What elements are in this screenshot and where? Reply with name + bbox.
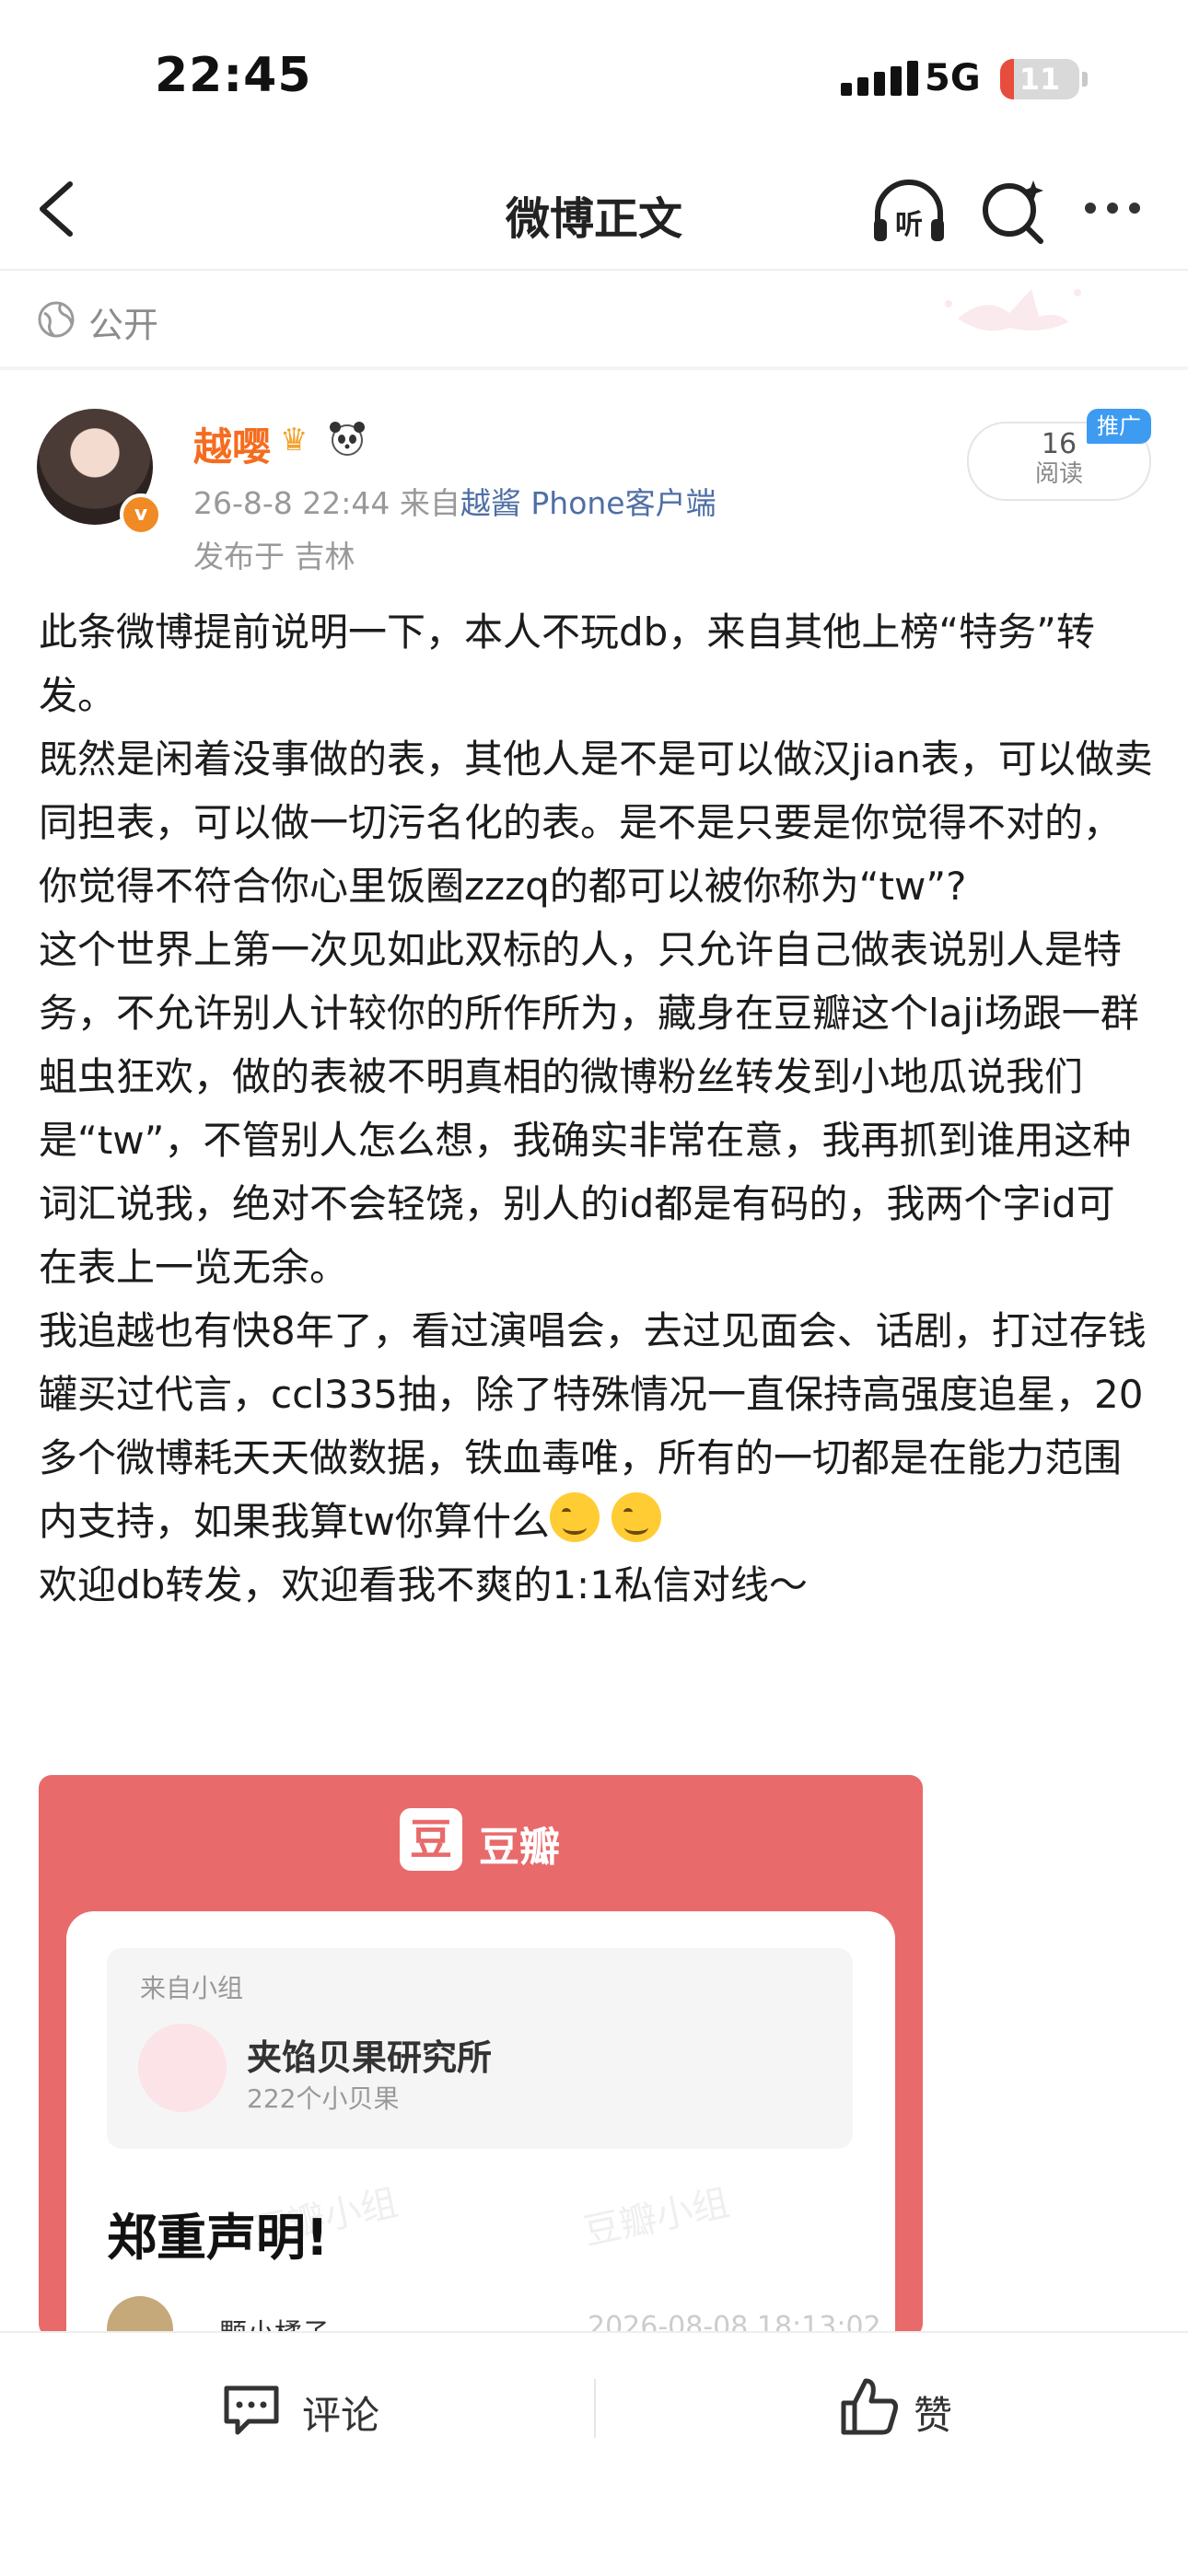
group-member-count: 222个小贝果 <box>247 2083 400 2114</box>
watermark: 豆瓣小组 <box>579 2181 733 2255</box>
post-paragraph: 既然是闲着没事做的表，其他人是不是可以做汉jian表，可以做卖同担表，可以做一切… <box>39 737 1153 909</box>
smile-emoji-icon <box>611 1492 662 1542</box>
username[interactable]: 越嘤 <box>193 416 271 472</box>
search-icon[interactable] <box>980 177 1048 245</box>
promo-badge[interactable]: 推广 <box>1087 409 1151 444</box>
group-info: 来自小组 夹馅贝果研究所 222个小贝果 <box>107 1948 853 2149</box>
listen-label: 听 <box>895 209 923 241</box>
post-paragraph: 这个世界上第一次见如此双标的人，只允许自己做表说别人是特务，不允许别人计较你的所… <box>39 927 1139 1290</box>
battery-icon: 11 <box>1000 59 1079 99</box>
panda-icon <box>330 422 365 456</box>
post-source-link[interactable]: 越酱 Phone客户端 <box>460 485 716 521</box>
post-paragraph: 欢迎db转发，欢迎看我不爽的1:1私信对线～ <box>39 1562 808 1607</box>
network-type: 5G <box>925 57 981 99</box>
decoration-icon <box>945 289 1081 331</box>
verified-badge: v <box>120 493 162 536</box>
more-icon[interactable] <box>1085 203 1140 214</box>
douban-app-name: 豆瓣 <box>479 1824 560 1871</box>
smile-emoji-icon <box>549 1492 600 1542</box>
post-meta: 26-8-8 22:44 来自越酱 Phone客户端 <box>193 479 716 523</box>
nav-divider <box>0 269 1188 271</box>
post-time: 26-8-8 22:44 来自 <box>193 485 460 521</box>
statement-title: 郑重声明! <box>107 2209 329 2267</box>
status-time: 22:45 <box>155 48 312 103</box>
group-from-label: 来自小组 <box>140 1973 244 2003</box>
read-label: 阅读 <box>1034 460 1083 488</box>
like-button[interactable]: 赞 <box>914 2385 952 2441</box>
douban-logo: 豆 <box>400 1808 462 1871</box>
post-paragraph: 我追越也有快8年了，看过演唱会，去过见面会、话剧，打过存钱罐买过代言，ccl33… <box>39 1299 1153 1553</box>
group-name: 夹馅贝果研究所 <box>247 2037 493 2078</box>
battery-cap <box>1082 72 1088 87</box>
battery-level: 11 <box>1019 62 1061 97</box>
post-image[interactable]: 豆 豆瓣 来自小组 夹馅贝果研究所 222个小贝果 豆瓣小组 豆瓣小组 郑重声明… <box>39 1775 923 2337</box>
post-location: 发布于 吉林 <box>193 539 355 574</box>
headphones-icon[interactable]: 听 <box>870 177 948 245</box>
visibility-label: 公开 <box>88 305 159 345</box>
action-divider <box>594 2379 596 2438</box>
post-paragraph: 此条微博提前说明一下，本人不玩db，来自其他上榜“特务”转发。 <box>39 609 1095 718</box>
douban-post-card: 来自小组 夹馅贝果研究所 222个小贝果 豆瓣小组 豆瓣小组 郑重声明! 一颗小… <box>66 1911 895 2337</box>
crown-icon: ♛ <box>280 422 309 458</box>
bottom-action-bar <box>0 2331 1188 2576</box>
comment-icon[interactable] <box>221 2383 282 2438</box>
section-divider <box>0 366 1188 370</box>
signal-icon <box>841 61 918 96</box>
group-avatar <box>138 2024 227 2112</box>
comment-button[interactable]: 评论 <box>302 2385 379 2441</box>
post-body: 此条微博提前说明一下，本人不玩db，来自其他上榜“特务”转发。既然是闲着没事做的… <box>39 600 1153 1617</box>
thumbs-up-icon[interactable] <box>838 2375 901 2438</box>
globe-icon <box>38 301 75 338</box>
